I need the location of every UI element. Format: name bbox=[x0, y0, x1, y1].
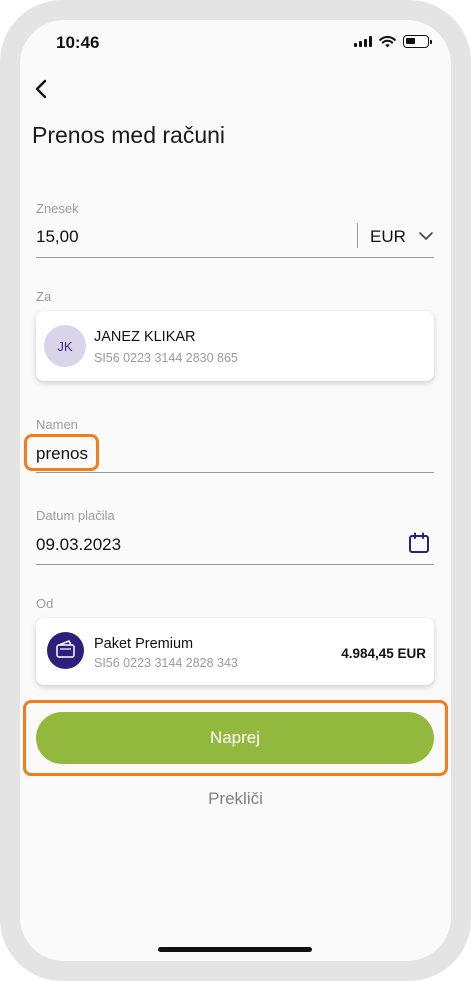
date-label: Datum plačila bbox=[36, 508, 115, 523]
amount-label: Znesek bbox=[36, 201, 79, 216]
date-underline bbox=[36, 564, 434, 565]
phone-screen: 10:46 Prenos med računi Znesek 15,00 EUR bbox=[20, 20, 451, 961]
source-label: Od bbox=[36, 596, 54, 611]
status-time: 10:46 bbox=[56, 33, 100, 52]
back-button[interactable] bbox=[30, 76, 56, 102]
phone-frame: 10:46 Prenos med računi Znesek 15,00 EUR bbox=[0, 0, 471, 981]
next-button[interactable]: Naprej bbox=[36, 712, 434, 764]
source-account-iban: SI56 0223 3144 2828 343 bbox=[94, 656, 238, 670]
battery-icon bbox=[403, 35, 432, 48]
recipient-name: JANEZ KLIKAR bbox=[94, 329, 196, 345]
recipient-label: Za bbox=[36, 289, 52, 304]
status-icons bbox=[354, 35, 432, 48]
purpose-underline bbox=[36, 472, 434, 473]
source-account-name: Paket Premium bbox=[94, 636, 194, 652]
source-account-balance: 4.984,45 EUR bbox=[341, 646, 426, 661]
purpose-label: Namen bbox=[36, 417, 78, 432]
cancel-button[interactable]: Prekliči bbox=[20, 789, 451, 809]
source-account-card[interactable]: Paket Premium SI56 0223 3144 2828 343 4.… bbox=[36, 618, 434, 685]
recipient-card[interactable]: JK JANEZ KLIKAR SI56 0223 3144 2830 865 bbox=[36, 311, 434, 381]
wifi-icon bbox=[379, 35, 396, 47]
avatar: JK bbox=[44, 325, 86, 367]
chevron-down-icon[interactable] bbox=[418, 230, 434, 242]
currency-separator bbox=[357, 223, 358, 248]
wallet-icon bbox=[47, 632, 84, 669]
page-title: Prenos med računi bbox=[32, 122, 226, 148]
date-input[interactable]: 09.03.2023 bbox=[36, 535, 121, 555]
currency-select[interactable]: EUR bbox=[370, 227, 406, 247]
amount-input[interactable]: 15,00 bbox=[36, 227, 79, 247]
calendar-icon[interactable] bbox=[407, 531, 431, 555]
home-indicator bbox=[158, 947, 312, 952]
purpose-highlight bbox=[24, 434, 99, 471]
amount-underline bbox=[36, 257, 434, 258]
signal-icon bbox=[354, 36, 372, 47]
recipient-iban: SI56 0223 3144 2830 865 bbox=[94, 351, 238, 365]
